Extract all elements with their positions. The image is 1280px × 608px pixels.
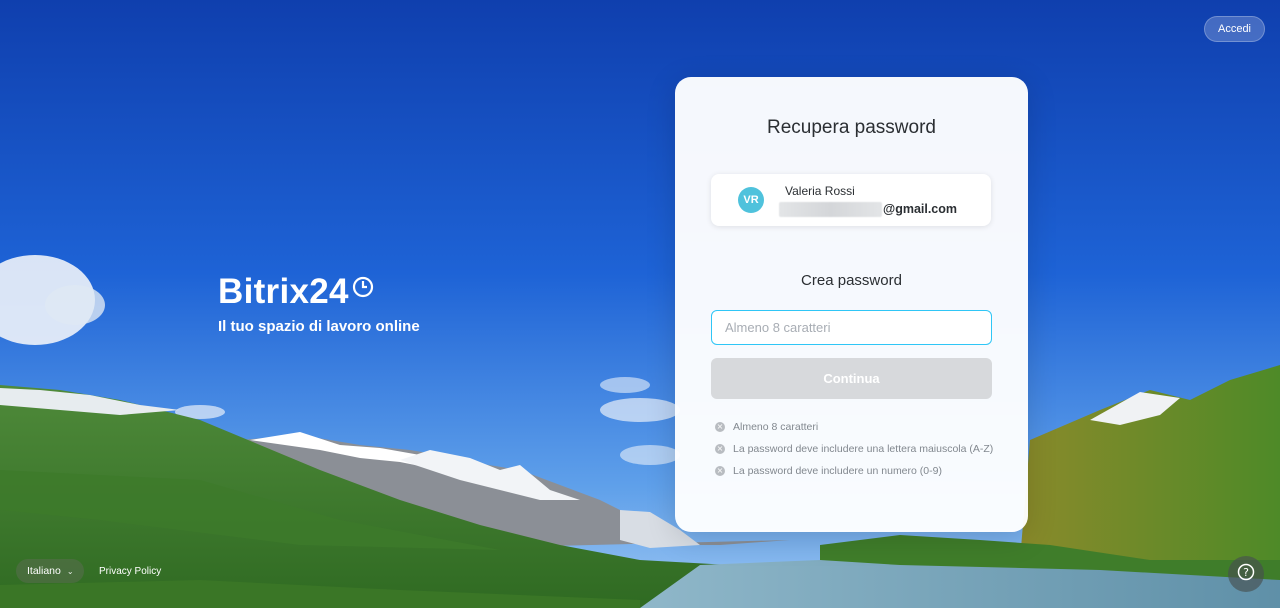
logo-text: Bitrix24 [218,272,349,311]
privacy-policy-link[interactable]: Privacy Policy [99,566,161,577]
rule-text: Almeno 8 caratteri [733,421,819,433]
logo-tagline: Il tuo spazio di lavoro online [218,318,420,335]
user-name: Valeria Rossi [785,184,855,198]
chevron-down-icon: ⌄ [66,566,74,576]
brand-logo: Bitrix24 Il tuo spazio di lavoro online [218,272,420,335]
continue-button[interactable]: Continua [711,358,992,399]
rule-item: × La password deve includere una lettera… [715,442,995,457]
x-circle-icon: × [715,466,725,476]
login-button[interactable]: Accedi [1204,16,1265,42]
password-recovery-card: Recupera password VR Valeria Rossi @gmai… [675,77,1028,532]
x-circle-icon: × [715,444,725,454]
card-title: Recupera password [767,117,936,138]
background-landscape [0,0,1280,608]
language-select[interactable]: Italiano ⌄ [16,559,84,583]
create-password-title: Crea password [801,272,902,289]
password-rules: × Almeno 8 caratteri × La password deve … [715,420,995,486]
x-circle-icon: × [715,422,725,432]
avatar: VR [738,187,764,213]
email-redacted [779,201,882,217]
rule-item: × La password deve includere un numero (… [715,464,995,479]
user-account-box: VR Valeria Rossi @gmail.com [711,174,991,226]
svg-text:?: ? [1243,566,1249,579]
rule-text: La password deve includere una lettera m… [733,443,994,455]
password-input[interactable] [711,310,992,345]
help-button[interactable]: ? [1228,556,1264,592]
language-label: Italiano [27,565,61,577]
rule-text: La password deve includere un numero (0-… [733,465,942,477]
question-icon: ? [1237,563,1255,586]
rule-item: × Almeno 8 caratteri [715,420,995,435]
user-email: @gmail.com [779,201,957,217]
email-domain: @gmail.com [883,202,958,216]
clock-icon [352,276,374,303]
